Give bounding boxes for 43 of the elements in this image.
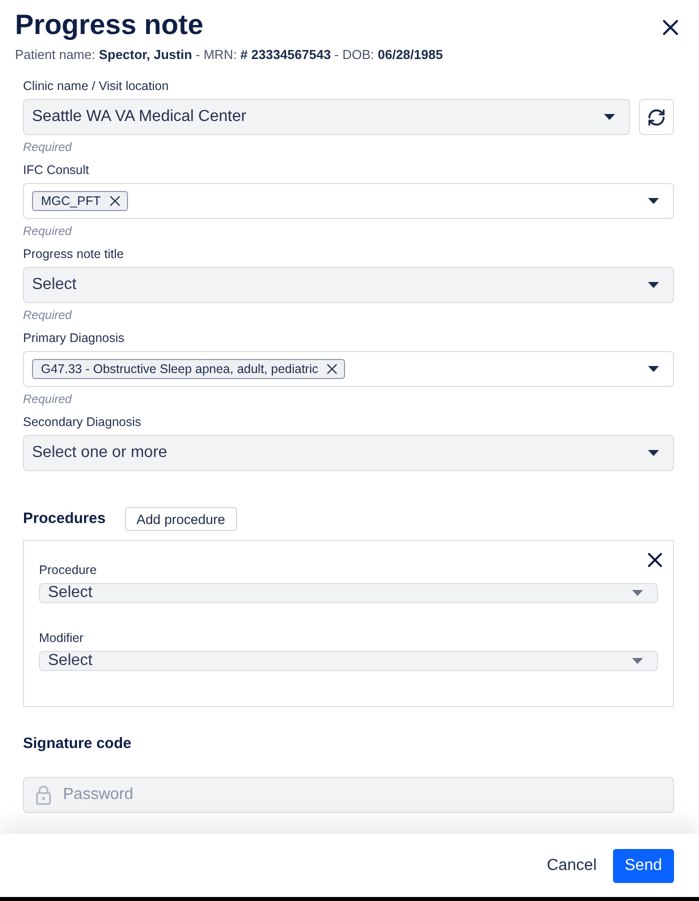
remove-icon[interactable]: [110, 196, 120, 206]
tag-label: MGC_PFT: [41, 194, 101, 208]
section-title: Procedures: [23, 509, 106, 529]
caret-icon: [648, 282, 659, 288]
caret-icon: [604, 114, 615, 120]
select-field[interactable]: Select: [39, 583, 658, 603]
send-button[interactable]: Send: [612, 848, 674, 882]
close-icon: [663, 20, 678, 35]
lock-icon: [36, 785, 51, 805]
refresh-button[interactable]: [639, 99, 674, 135]
remove-icon[interactable]: [327, 364, 338, 374]
patient-info: Patient name: Spector, Justin - MRN: # 23334567543 - DOB: 06/28/1985: [15, 46, 443, 64]
select-field[interactable]: Select: [23, 267, 674, 303]
field-label: Secondary Diagnosis: [23, 414, 142, 430]
multi-select-field[interactable]: G47.33 - Obstructive Sleep apnea, adult, pediatric: [23, 351, 674, 387]
caret-icon: [648, 450, 659, 456]
caret-icon: [648, 198, 659, 204]
select-field[interactable]: Select: [39, 651, 658, 671]
field-label: Progress note title: [23, 246, 124, 262]
field-label: Procedure: [39, 562, 97, 578]
field-label: Primary Diagnosis: [23, 330, 124, 346]
select-field[interactable]: Seattle WA VA Medical Center: [23, 99, 630, 135]
field-label: Clinic name / Visit location: [23, 78, 169, 94]
caret-icon: [632, 590, 643, 596]
multi-select-field[interactable]: MGC_PFT: [23, 183, 674, 219]
close-icon: [648, 553, 662, 567]
cancel-button[interactable]: Cancel: [546, 848, 597, 882]
required-hint: Required: [23, 307, 72, 323]
dialog-title: Progress note: [15, 8, 204, 42]
caret-icon: [648, 366, 659, 372]
required-hint: Required: [23, 223, 72, 239]
required-hint: Required: [23, 391, 72, 407]
tag-label: G47.33 - Obstructive Sleep apnea, adult, pediatric: [41, 362, 318, 376]
required-hint: Required: [23, 139, 72, 155]
field-label: IFC Consult: [23, 162, 89, 178]
field-label: Modifier: [39, 630, 84, 646]
refresh-icon: [647, 108, 666, 126]
remove-procedure-button[interactable]: [648, 553, 662, 567]
add-procedure-button[interactable]: Add procedure: [124, 507, 238, 531]
select-field[interactable]: Select one or more: [23, 435, 674, 471]
close-button[interactable]: [663, 20, 678, 35]
section-title: Signature code: [23, 734, 132, 754]
caret-icon: [632, 658, 643, 664]
